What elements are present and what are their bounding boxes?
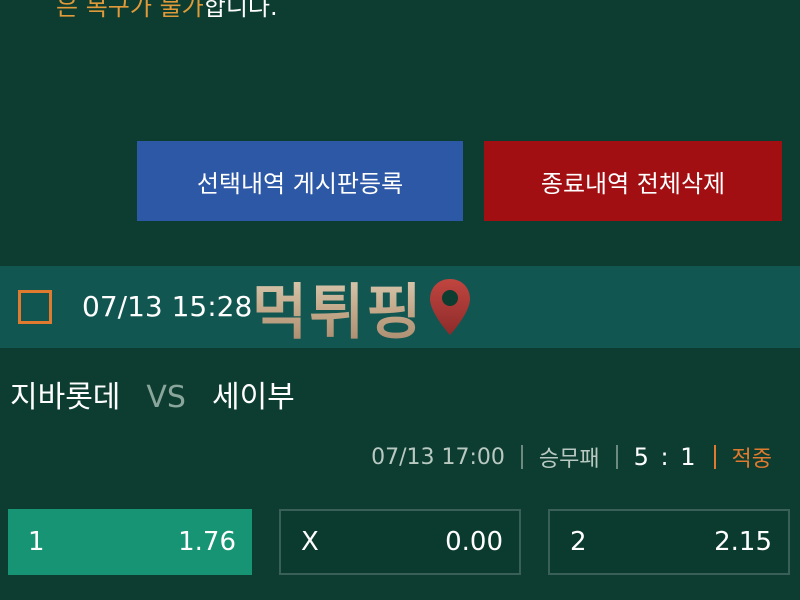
bet-datetime: 07/13 15:28 <box>82 290 253 323</box>
map-pin-icon <box>429 279 470 335</box>
match-teams: 지바롯데 VS 세이부 <box>10 376 295 420</box>
notice-rest: 합니다. <box>203 0 278 21</box>
match-time: 07/13 17:00 <box>371 444 505 470</box>
result-badge: 적중 <box>731 447 772 472</box>
odds-draw[interactable]: X 0.00 <box>279 509 521 575</box>
odds-value: 0.00 <box>445 527 503 557</box>
odds-label: 1 <box>28 527 45 557</box>
divider <box>520 445 523 469</box>
odds-label: X <box>301 527 319 557</box>
watermark-text: 먹튀핑 <box>252 264 424 351</box>
home-team: 지바롯데 <box>10 380 121 415</box>
notice-text: 은 복구가 불가합니다. <box>56 0 278 24</box>
post-selected-button[interactable]: 선택내역 게시판등록 <box>137 141 463 221</box>
odds-value: 1.76 <box>178 527 236 557</box>
divider <box>615 445 618 469</box>
final-score: 5 : 1 <box>633 443 698 471</box>
divider <box>713 445 716 469</box>
watermark-logo: 먹튀핑 <box>252 266 472 348</box>
odds-away-win[interactable]: 2 2.15 <box>548 509 790 575</box>
odds-value: 2.15 <box>714 527 772 557</box>
match-meta: 07/13 17:00 승무패 5 : 1 적중 <box>371 442 772 472</box>
away-team: 세이부 <box>211 380 295 415</box>
notice-highlight: 은 복구가 불가 <box>56 0 204 21</box>
odds-label: 2 <box>570 527 587 557</box>
odds-home-win[interactable]: 1 1.76 <box>8 509 252 575</box>
vs-label: VS <box>146 380 186 415</box>
market-type: 승무패 <box>538 447 600 472</box>
delete-finished-button[interactable]: 종료내역 전체삭제 <box>484 141 782 221</box>
checkbox-icon[interactable] <box>18 290 52 324</box>
